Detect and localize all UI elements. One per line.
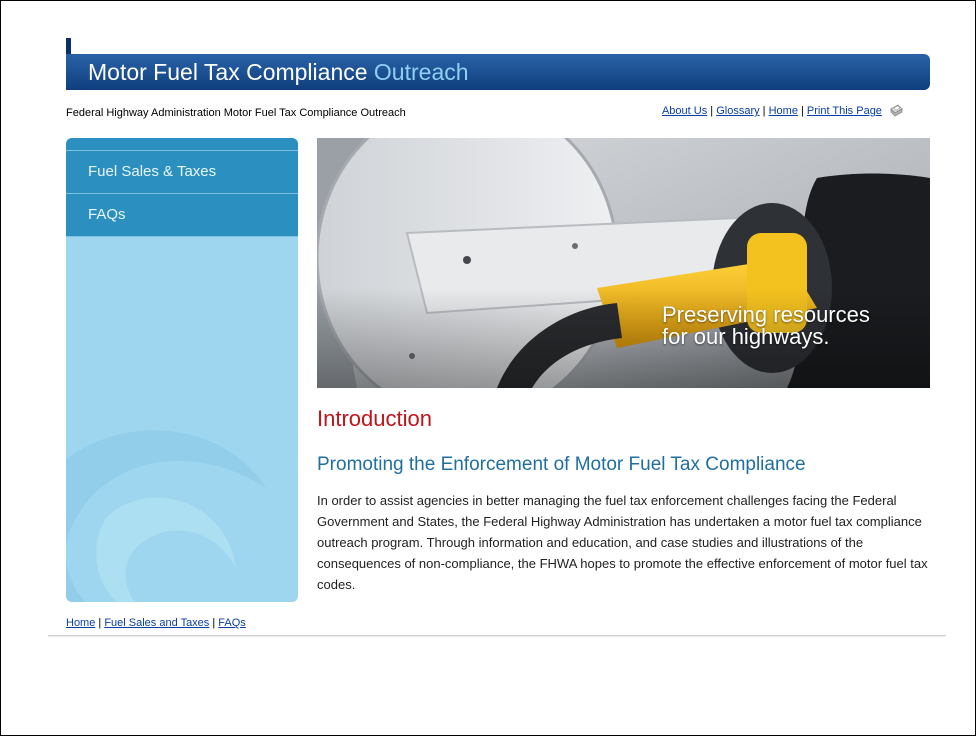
home-link[interactable]: Home: [769, 105, 798, 117]
footer-nav: Home | Fuel Sales and Taxes | FAQs: [66, 617, 246, 629]
fuel-nozzle-image: [317, 138, 930, 388]
sidebar-top-bar: [66, 138, 298, 151]
sidebar: Fuel Sales & Taxes FAQs: [66, 138, 298, 602]
glossary-link[interactable]: Glossary: [716, 105, 759, 117]
footer-separator: |: [209, 617, 219, 629]
utility-separator: |: [797, 105, 807, 117]
hero-banner: Preserving resources for our highways.: [317, 138, 930, 388]
print-page-link[interactable]: Print This Page: [807, 105, 882, 117]
page-title: Introduction: [317, 406, 432, 431]
section-subheading: Promoting the Enforcement of Motor Fuel …: [317, 454, 806, 475]
footer-separator: |: [95, 617, 105, 629]
hero-caption-line1: Preserving resources: [662, 302, 870, 327]
header-accent-mark: [66, 38, 71, 54]
site-title-accent: Outreach: [373, 59, 469, 85]
footer-divider: [48, 635, 946, 637]
utility-separator: |: [707, 105, 717, 117]
hero-caption-line2: for our highways.: [662, 324, 830, 349]
utility-separator: |: [759, 105, 769, 117]
utility-nav: About Us | Glossary | Home | Print This …: [662, 103, 904, 118]
site-banner: Motor Fuel Tax Compliance Outreach: [66, 54, 930, 90]
about-us-link[interactable]: About Us: [662, 105, 707, 117]
footer-faqs-link[interactable]: FAQs: [218, 617, 246, 629]
intro-paragraph: In order to assist agencies in better ma…: [317, 493, 928, 592]
hero-caption: Preserving resources for our highways.: [662, 304, 870, 348]
printer-icon[interactable]: [889, 103, 904, 118]
footer-fuel-sales-link[interactable]: Fuel Sales and Taxes: [104, 617, 209, 629]
site-title: Motor Fuel Tax Compliance Outreach: [88, 59, 469, 86]
sidebar-item-fuel-sales-taxes[interactable]: Fuel Sales & Taxes: [66, 151, 298, 194]
site-title-main: Motor Fuel Tax Compliance: [88, 59, 374, 85]
site-tagline: Federal Highway Administration Motor Fue…: [66, 107, 406, 119]
sidebar-item-faqs[interactable]: FAQs: [66, 194, 298, 237]
footer-home-link[interactable]: Home: [66, 617, 95, 629]
decorative-swirl: [66, 430, 266, 602]
